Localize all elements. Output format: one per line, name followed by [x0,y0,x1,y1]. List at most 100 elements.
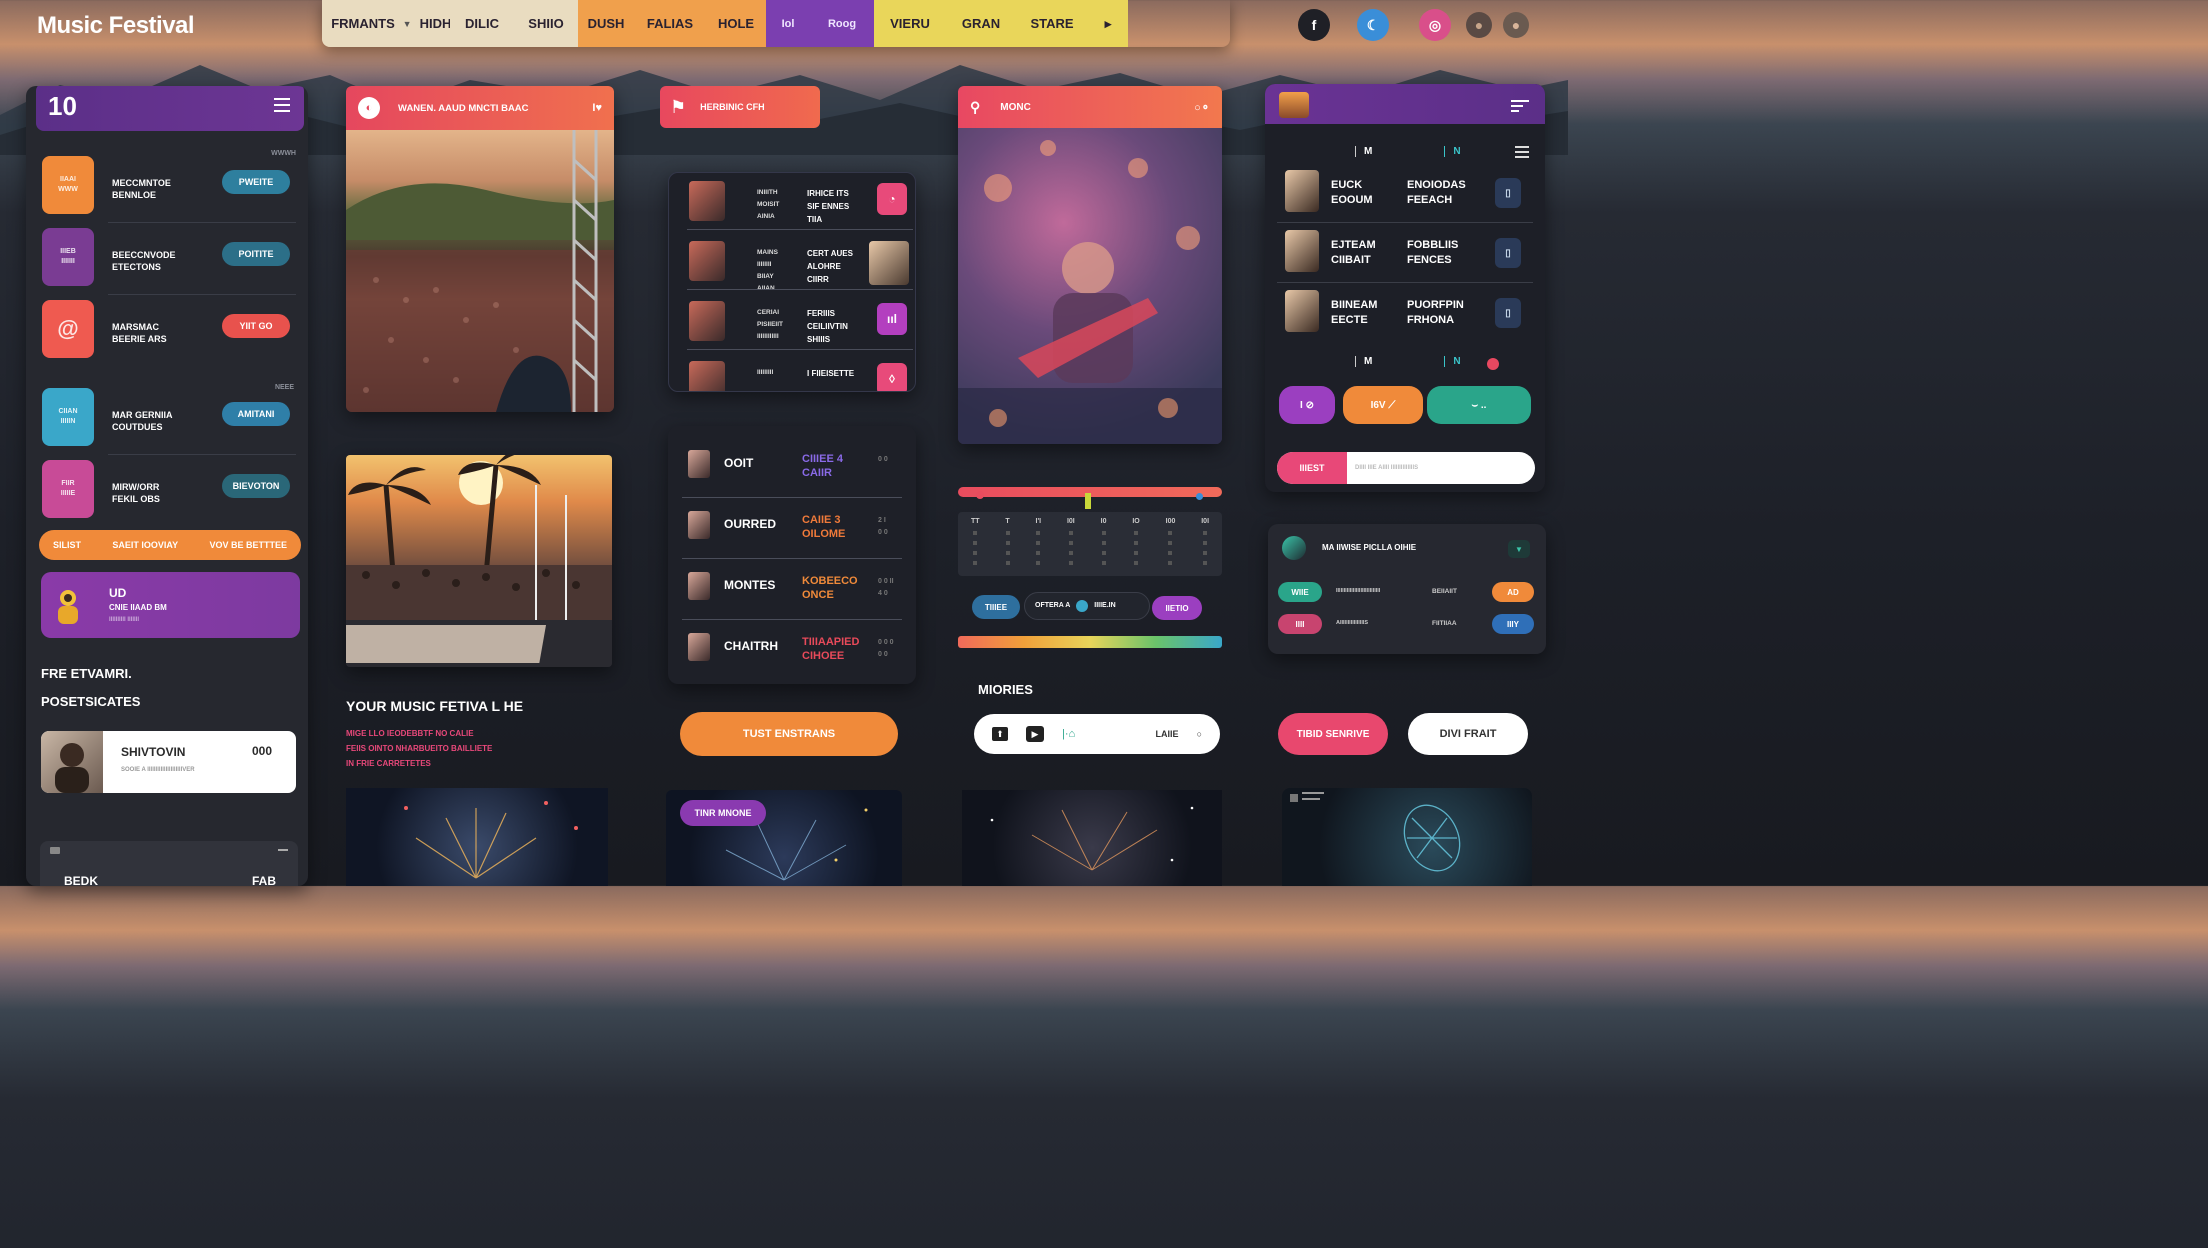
filter-item[interactable]: SILIST [53,539,81,551]
service-button[interactable]: TIBID SENRIVE [1278,713,1388,755]
performer-thumb [688,511,710,539]
calendar-day: I0 [1100,518,1107,525]
nav-item[interactable]: STARE [1016,0,1088,47]
prev-icon[interactable]: ⬆ [992,727,1008,741]
calendar-column[interactable]: I0 [1100,518,1107,565]
tab-m[interactable]: M [1355,146,1372,157]
nav-item[interactable]: Roog [810,0,874,47]
fireworks-photo [346,788,608,886]
calendar-column[interactable]: I0I [1067,518,1075,565]
play-icon[interactable]: ▶ [1026,726,1044,742]
settings-icon[interactable]: ○⚬ [1194,101,1210,114]
calendar-column[interactable]: IO [1132,518,1140,565]
toggle-knob[interactable] [1076,600,1089,612]
ticket-icon[interactable]: ▯ [1495,178,1521,208]
nav-item[interactable]: SHIIO [514,0,578,47]
ticket-icon[interactable]: ▯ [1495,298,1521,328]
circle-icon[interactable]: ○ [1197,729,1202,739]
action-button[interactable]: ⌣ .. [1427,386,1531,424]
artist-name: EUCK EOOUM [1331,179,1373,206]
draft-button[interactable]: DIVI FRAIT [1408,713,1528,755]
action-button[interactable]: I ⊘ [1279,386,1335,424]
nav-item[interactable]: DILIC [450,0,514,47]
sunset-stage-card[interactable] [346,455,612,667]
stage-photo-card[interactable]: ◐ WANEN. AAUD MNCTI BAAC I♥ [346,86,614,412]
messenger-icon[interactable]: ☾ [1357,9,1389,41]
nav-item[interactable]: HOLE [706,0,766,47]
filter-chip[interactable]: TIIIEE [972,595,1020,619]
calendar-column[interactable]: I00 [1166,518,1175,565]
nav-item[interactable]: FALIAS [634,0,706,47]
equalizer-icon[interactable]: |·⌂ [1062,728,1075,740]
search-bar[interactable]: IIIEST DIIII IIIE AIIII IIIIIIIIIIIIIIS [1277,452,1535,484]
calendar-column[interactable]: TT [971,518,980,565]
filter-chip[interactable]: IIETIO [1152,596,1202,620]
search-tag[interactable]: IIIEST [1277,452,1347,484]
schedule-action-button[interactable]: ◔ [877,183,907,215]
facebook-icon[interactable]: f [1298,9,1330,41]
performer-icon [53,586,83,626]
tab-n[interactable]: N [1444,146,1461,157]
item-action-button[interactable]: YIIT GO [222,314,290,338]
artists-panel: M N EUCK EOOUM ENOIODAS FEEACH ▯ EJTEAM CII… [1265,84,1545,492]
calendar-column[interactable]: I'I [1036,518,1041,565]
tab-n[interactable]: N [1444,356,1461,367]
row-tag[interactable]: WIIE [1278,582,1322,602]
menu-icon[interactable] [1511,100,1529,112]
item-action-button[interactable]: PWEITE [222,170,290,194]
nav-item[interactable]: ▼ HIDH [403,0,451,47]
schedule-action-button[interactable]: ◊ [877,363,907,391]
calendar-cell [1168,541,1173,545]
instagram-icon[interactable]: ◎ [1419,9,1451,41]
nav-item[interactable]: VIERU [874,0,946,47]
item-action-button[interactable]: BIEVOTON [222,474,290,498]
row-text: FIITIIAA [1432,620,1457,627]
ticket-icon[interactable]: ▯ [1495,238,1521,268]
artist-number: 0 0 II 4 0 [878,578,894,597]
tab-m[interactable]: M [1355,356,1372,367]
item-action-button[interactable]: AMITANI [222,402,290,426]
progress-bar[interactable] [958,487,1222,509]
nav-item[interactable]: ▸ [1088,0,1128,47]
event-badge[interactable]: TINR MNONE [680,800,766,826]
orange-filter-bar[interactable]: SILIST SAEIT IOOVIAY VOV BE BETTTEE [39,530,301,560]
row-tag[interactable]: IIII [1278,614,1322,634]
action-button[interactable]: I6V ⟋ [1343,386,1423,424]
live-stage-card[interactable]: ⚲ MONC ○⚬ [958,86,1222,444]
menu-icon[interactable] [274,98,290,112]
avatar-icon[interactable]: ● [1466,12,1492,38]
calendar-cell [1134,531,1139,535]
schedule-action-button[interactable]: ııl [877,303,907,335]
row-action-button[interactable]: AD [1492,582,1534,602]
search-input[interactable]: DIIII IIIE AIIII IIIIIIIIIIIIIIS [1355,465,1418,471]
calendar-column[interactable]: I0I [1201,518,1209,565]
app-logo[interactable]: Music Festival [37,12,195,40]
calendar-cell [1005,541,1010,545]
nav-item[interactable]: FRMANTS [322,0,404,47]
promo-card[interactable]: UD CNIE IIAAD BM IIIIIIIIII IIIIIII [41,572,300,638]
profile-card[interactable]: SHIVTOVIN 000 SOOIE A IIIIIIIIIIIIIIIIII… [41,731,296,793]
nav-item[interactable]: GRAN [946,0,1016,47]
calendar-cell [1068,541,1073,545]
guitarist-photo [958,128,1222,444]
promo-title: UD [109,586,127,600]
list-icon[interactable] [1515,146,1529,158]
record-icon[interactable] [1487,358,1499,370]
calendar-column[interactable]: T [1005,518,1010,565]
tickets-button[interactable]: TUST ENSTRANS [680,712,898,756]
calendar-day: IO [1132,518,1140,525]
toggle-control[interactable]: OFTERA A IIIIE.IN [1024,592,1150,620]
chat-icon[interactable]: ▼ [1508,540,1530,558]
progress-handle[interactable] [976,491,984,499]
item-action-button[interactable]: POITITE [222,242,290,266]
nav-item[interactable]: Iol [766,0,810,47]
row-action-button[interactable]: IIIY [1492,614,1534,634]
filter-item[interactable]: VOV BE BETTTEE [209,539,287,551]
category-tag[interactable]: ⚑ HERBINIC CFH [660,86,820,128]
filter-item[interactable]: SAEIT IOOVIAY [112,539,178,551]
avatar-icon[interactable]: ● [1503,12,1529,38]
promo-sub2: IIIIIIIIII IIIIIII [109,617,140,623]
color-spectrum-bar[interactable] [958,636,1222,648]
nav-item[interactable]: DUSH [578,0,634,47]
heart-icon[interactable]: I♥ [592,102,602,114]
